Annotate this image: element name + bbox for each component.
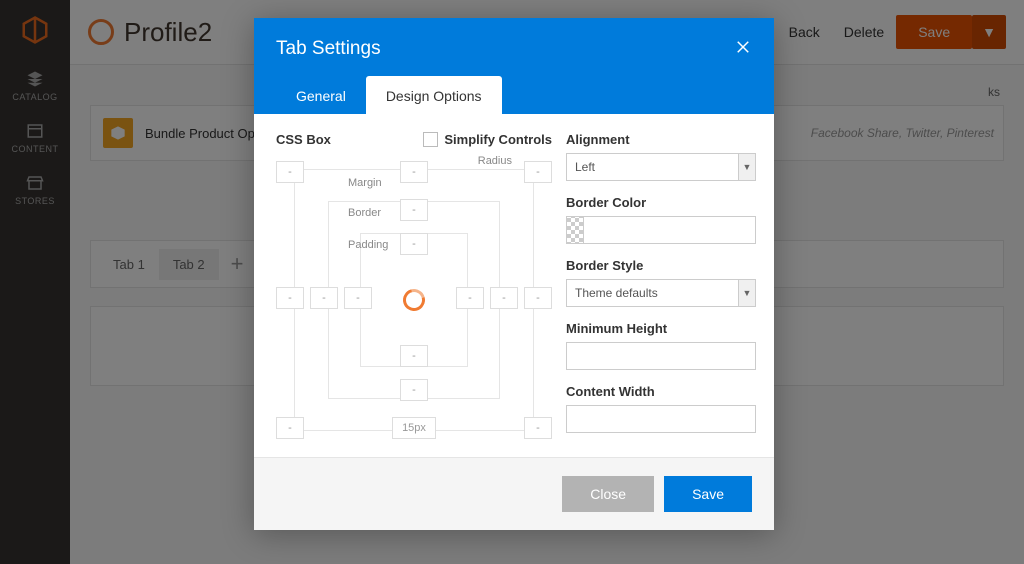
alignment-label: Alignment <box>566 132 756 147</box>
min-height-input[interactable] <box>566 342 756 370</box>
margin-label: Margin <box>348 177 382 189</box>
border-top-input[interactable]: - <box>400 199 428 221</box>
border-style-label: Border Style <box>566 258 756 273</box>
close-icon <box>734 38 752 56</box>
simplify-label: Simplify Controls <box>444 132 552 147</box>
padding-bottom-input[interactable]: - <box>400 345 428 367</box>
min-height-field: Minimum Height <box>566 321 756 370</box>
chevron-down-icon[interactable]: ▼ <box>739 279 756 307</box>
border-color-field: Border Color <box>566 195 756 244</box>
modal-header: Tab Settings General Design Options <box>254 18 774 114</box>
modal-close-btn[interactable]: Close <box>562 476 654 512</box>
simplify-checkbox[interactable] <box>423 132 438 147</box>
margin-bottom-input[interactable]: 15px <box>392 417 436 439</box>
min-height-label: Minimum Height <box>566 321 756 336</box>
modal-tabs: General Design Options <box>276 76 752 114</box>
border-color-label: Border Color <box>566 195 756 210</box>
radius-tl-input[interactable]: - <box>276 161 304 183</box>
border-label: Border <box>348 207 381 219</box>
modal-body: CSS Box Simplify Controls Radius Margin … <box>254 114 774 457</box>
modal-footer: Close Save <box>254 457 774 530</box>
modal-title: Tab Settings <box>276 38 381 60</box>
color-swatch[interactable] <box>566 216 583 244</box>
border-style-select[interactable] <box>566 279 739 307</box>
border-bottom-input[interactable]: - <box>400 379 428 401</box>
modal-tab-design[interactable]: Design Options <box>366 76 502 114</box>
tab-settings-modal: Tab Settings General Design Options CSS … <box>254 18 774 530</box>
modal-close-button[interactable] <box>734 36 752 62</box>
margin-top-input[interactable]: - <box>400 161 428 183</box>
content-width-input[interactable] <box>566 405 756 433</box>
simplify-controls[interactable]: Simplify Controls <box>423 132 552 147</box>
border-left-input[interactable]: - <box>310 287 338 309</box>
padding-top-input[interactable]: - <box>400 233 428 255</box>
margin-left-input[interactable]: - <box>276 287 304 309</box>
radius-tr-input[interactable]: - <box>524 161 552 183</box>
radius-bl-input[interactable]: - <box>276 417 304 439</box>
content-width-label: Content Width <box>566 384 756 399</box>
padding-label: Padding <box>348 239 388 251</box>
radius-label: Radius <box>478 155 512 167</box>
radius-br-input[interactable]: - <box>524 417 552 439</box>
border-color-input[interactable] <box>583 216 756 244</box>
margin-right-input[interactable]: - <box>524 287 552 309</box>
chevron-down-icon[interactable]: ▼ <box>739 153 756 181</box>
modal-tab-general[interactable]: General <box>276 76 366 114</box>
padding-right-input[interactable]: - <box>456 287 484 309</box>
content-width-field: Content Width <box>566 384 756 433</box>
design-options-panel: Alignment ▼ Border Color Border Style ▼ <box>566 132 756 447</box>
border-right-input[interactable]: - <box>490 287 518 309</box>
border-style-field: Border Style ▼ <box>566 258 756 307</box>
cssbox-panel: CSS Box Simplify Controls Radius Margin … <box>276 132 552 447</box>
alignment-field: Alignment ▼ <box>566 132 756 181</box>
alignment-select[interactable] <box>566 153 739 181</box>
padding-left-input[interactable]: - <box>344 287 372 309</box>
box-model-editor: Radius Margin Border Padding - - - - - -… <box>276 155 552 445</box>
cssbox-title: CSS Box <box>276 132 331 147</box>
modal-save-btn[interactable]: Save <box>664 476 752 512</box>
